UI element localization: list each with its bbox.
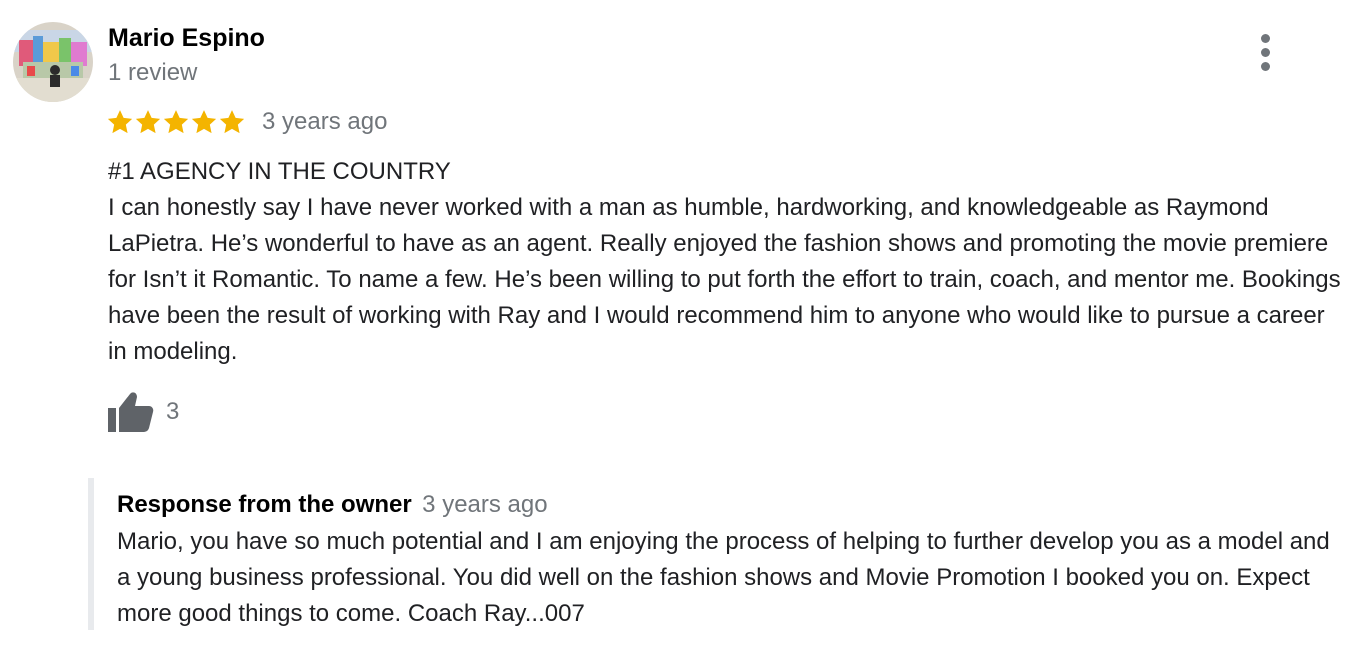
- more-options-button[interactable]: [1250, 32, 1280, 72]
- review-text: I can honestly say I have never worked w…: [108, 194, 1341, 365]
- star-icon: [191, 110, 217, 134]
- like-row: 3: [108, 390, 179, 434]
- owner-response-title: Response from the owner: [117, 491, 412, 518]
- star-icon: [135, 110, 161, 134]
- avatar-photo: [13, 22, 93, 102]
- more-vert-icon: [1260, 33, 1270, 43]
- owner-response-header: Response from the owner 3 years ago: [117, 490, 548, 523]
- like-count: 3: [166, 398, 180, 425]
- review-time: 3 years ago: [262, 108, 388, 135]
- thumbs-up-icon[interactable]: [108, 390, 154, 434]
- review-title: #1 AGENCY IN THE COUNTRY: [108, 158, 451, 185]
- owner-response: Response from the owner 3 years ago Mari…: [88, 478, 1344, 630]
- author-name[interactable]: Mario Espino: [108, 22, 265, 54]
- owner-response-time: 3 years ago: [422, 491, 548, 518]
- review-card: Mario Espino 1 review 3 years ago #1 AGE…: [0, 0, 1360, 648]
- rating-row: 3 years ago: [106, 105, 387, 139]
- review-body: #1 AGENCY IN THE COUNTRY I can honestly …: [108, 154, 1343, 370]
- star-rating: [106, 108, 246, 136]
- more-vert-icon-dot: [1260, 61, 1270, 71]
- star-icon: [219, 110, 245, 134]
- more-vert-icon-dot: [1260, 47, 1270, 57]
- author-review-count: 1 review: [108, 59, 198, 86]
- owner-response-text: Mario, you have so much potential and I …: [117, 528, 1330, 627]
- avatar[interactable]: [13, 22, 93, 102]
- star-icon: [107, 110, 133, 134]
- star-icon: [163, 110, 189, 134]
